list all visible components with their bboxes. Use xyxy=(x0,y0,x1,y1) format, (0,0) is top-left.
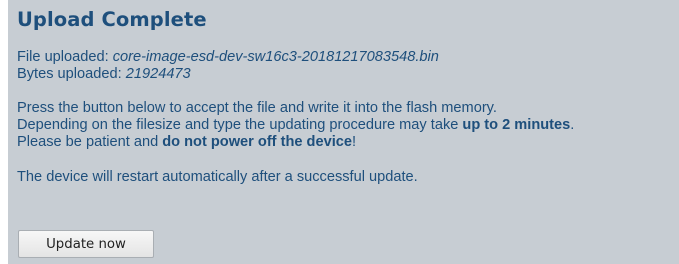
upload-complete-panel: Upload Complete File uploaded: core-imag… xyxy=(8,0,679,264)
instruction-line-3-text: Please be patient and xyxy=(17,134,163,150)
restart-note: The device will restart automatically af… xyxy=(17,169,418,185)
instruction-line-3-end: ! xyxy=(351,134,357,150)
instruction-line-2-end: . xyxy=(570,117,575,133)
instruction-line-3: Please be patient and do not power off t… xyxy=(17,134,679,151)
file-uploaded-value: core-image-esd-dev-sw16c3-20181217083548… xyxy=(112,49,439,65)
update-now-button[interactable]: Update now xyxy=(18,230,154,258)
instruction-duration-emphasis: up to 2 minutes xyxy=(462,117,571,133)
bytes-uploaded-value: 21924473 xyxy=(125,66,191,82)
instruction-line-2-text: Depending on the filesize and type the u… xyxy=(17,117,463,133)
page-title: Upload Complete xyxy=(17,8,207,31)
file-uploaded-line: File uploaded: core-image-esd-dev-sw16c3… xyxy=(17,49,679,66)
file-uploaded-label: File uploaded: xyxy=(17,49,113,65)
bytes-uploaded-label: Bytes uploaded: xyxy=(17,66,126,82)
bytes-uploaded-line: Bytes uploaded: 21924473 xyxy=(17,66,679,83)
instruction-line-1: Press the button below to accept the fil… xyxy=(17,100,497,116)
power-off-warning: do not power off the device xyxy=(162,134,352,150)
instruction-line-2: Depending on the filesize and type the u… xyxy=(17,117,679,134)
